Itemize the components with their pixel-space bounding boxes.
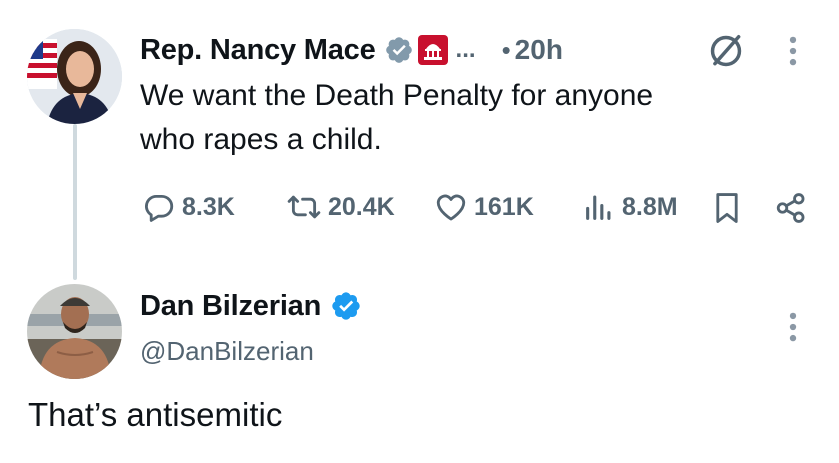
avatar-photo	[27, 284, 122, 379]
repost-icon	[287, 195, 321, 219]
verified-badge-icon[interactable]	[330, 290, 362, 322]
name-truncation-ellipsis: ...	[455, 36, 476, 63]
views-button[interactable]: 8.8M	[582, 190, 678, 224]
avatar-photo	[27, 29, 122, 124]
bookmark-icon	[716, 193, 738, 223]
author-name[interactable]: Rep. Nancy Mace	[140, 34, 376, 67]
nancy-mace-avatar[interactable]	[27, 29, 122, 124]
grok-icon[interactable]	[707, 32, 745, 70]
share-icon	[776, 193, 805, 223]
tweet-text-line: We want the Death Penalty for anyone	[140, 79, 654, 112]
reply-body: That’s antisemitic	[28, 396, 283, 433]
reply-button[interactable]: 8.3K	[142, 190, 235, 224]
affiliation-badge-icon[interactable]	[417, 35, 448, 65]
tweet-timestamp[interactable]: 20h	[515, 34, 563, 66]
tweet-action-bar: 8.3K 20.4K 161K 8.8M	[140, 190, 830, 230]
repost-count: 20.4K	[328, 192, 395, 221]
repost-button[interactable]: 20.4K	[286, 190, 395, 224]
more-icon[interactable]	[782, 32, 804, 70]
like-icon	[436, 194, 466, 221]
tweet-body: We want the Death Penalty for anyone who…	[140, 74, 830, 162]
like-count: 161K	[474, 192, 534, 221]
reply-icon	[144, 194, 174, 222]
tweet-header: Rep. Nancy Mace ... • 20h	[140, 30, 563, 70]
reply-author-handle[interactable]: @DanBilzerian	[140, 336, 314, 367]
tweet-text-line: who rapes a child.	[140, 123, 382, 156]
views-count: 8.8M	[622, 192, 678, 221]
reply-author-name[interactable]: Dan Bilzerian	[140, 290, 321, 323]
share-button[interactable]	[774, 190, 808, 226]
verified-badge-icon[interactable]	[384, 35, 414, 65]
views-icon	[586, 195, 611, 220]
reply-count: 8.3K	[182, 192, 235, 221]
dan-bilzerian-avatar[interactable]	[27, 284, 122, 379]
reply-header: Dan Bilzerian	[140, 286, 362, 326]
like-button[interactable]: 161K	[434, 190, 534, 224]
bookmark-button[interactable]	[710, 190, 744, 226]
more-icon[interactable]	[782, 308, 804, 346]
thread-connector-line	[73, 124, 77, 280]
time-separator-dot: •	[501, 34, 511, 65]
